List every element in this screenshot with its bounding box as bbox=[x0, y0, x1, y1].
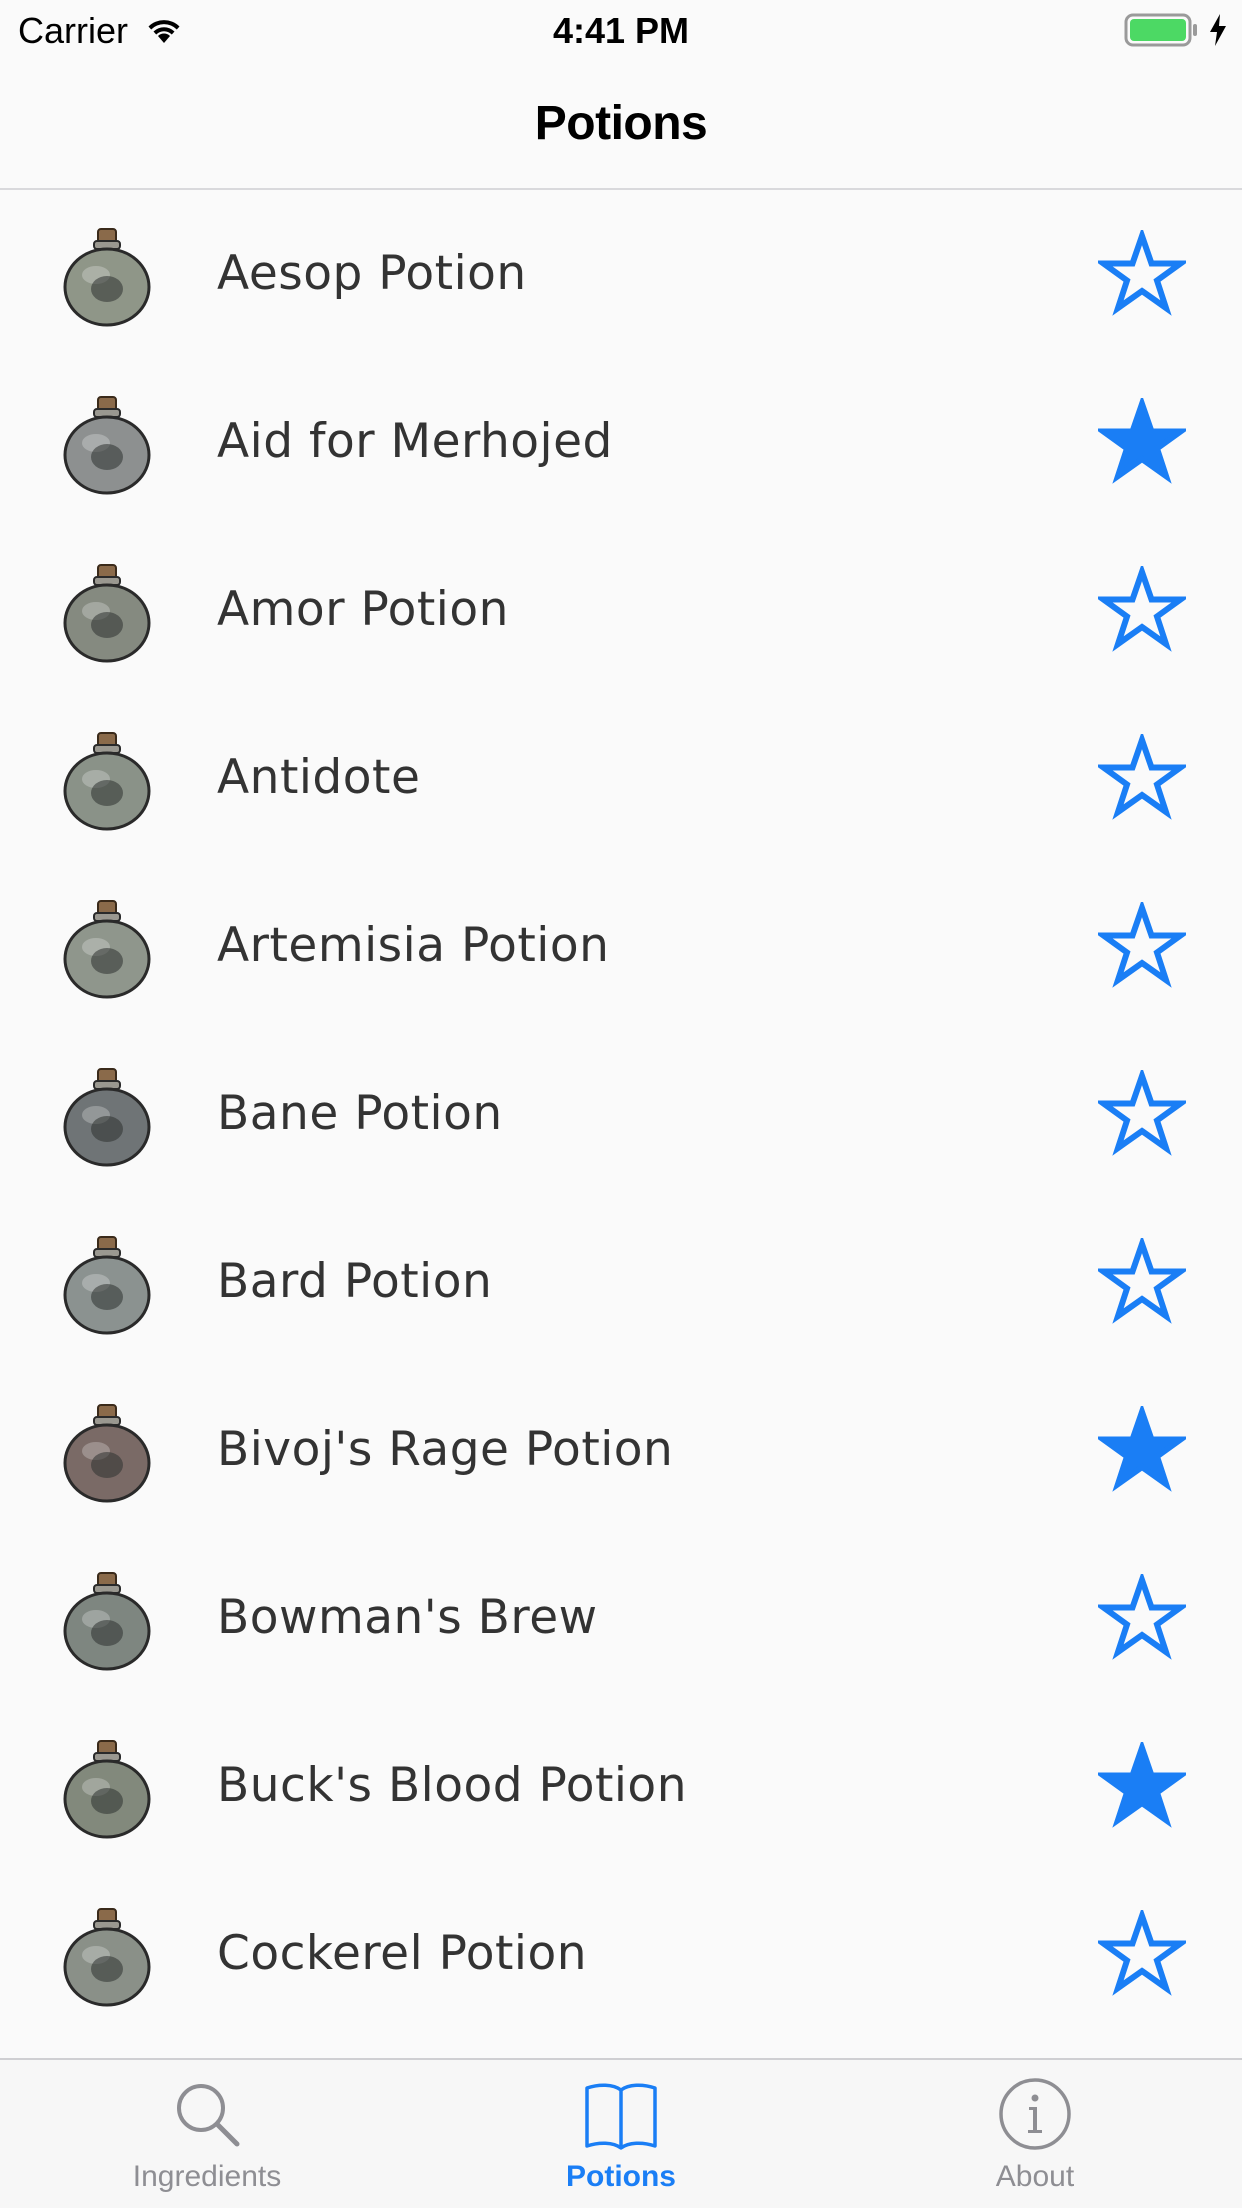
potion-bottle-moth-icon bbox=[63, 1908, 151, 2007]
star-filled-icon[interactable] bbox=[1098, 1406, 1186, 1494]
list-item[interactable]: Antidote bbox=[0, 694, 1242, 862]
tab-about-label: About bbox=[995, 2160, 1075, 2193]
tab-bar: Ingredients Potions About bbox=[0, 2058, 1242, 2208]
book-icon bbox=[585, 2083, 657, 2150]
list-item[interactable]: Bard Potion bbox=[0, 1198, 1242, 1366]
potion-bottle-heart-icon bbox=[63, 1404, 151, 1503]
potion-name: Bard Potion bbox=[217, 1254, 493, 1309]
tab-about[interactable]: About bbox=[828, 2060, 1242, 2208]
star-outline-icon[interactable] bbox=[1098, 230, 1186, 318]
star-outline-icon[interactable] bbox=[1098, 566, 1186, 654]
tab-potions-label: Potions bbox=[566, 2160, 676, 2193]
potion-bottle-flower-icon bbox=[63, 564, 151, 663]
potion-name: Aesop Potion bbox=[217, 246, 527, 301]
list-item[interactable]: Aesop Potion bbox=[0, 190, 1242, 358]
potion-name: Bane Potion bbox=[217, 1086, 503, 1141]
potions-screen: Carrier 4:41 PM Potions Aesop Potion Aid… bbox=[0, 0, 1242, 2208]
star-outline-icon[interactable] bbox=[1098, 1574, 1186, 1662]
potion-list[interactable]: Aesop Potion Aid for Merhojed Amor Potion A… bbox=[0, 190, 1242, 2058]
star-filled-icon[interactable] bbox=[1098, 398, 1186, 486]
battery-icon bbox=[1124, 13, 1197, 47]
potion-name: Bowman's Brew bbox=[217, 1590, 598, 1645]
navigation-bar: Potions bbox=[0, 62, 1242, 190]
potion-bottle-bird-icon bbox=[63, 1236, 151, 1335]
potion-name: Amor Potion bbox=[217, 582, 509, 637]
list-item[interactable]: Amor Potion bbox=[0, 526, 1242, 694]
tab-potions[interactable]: Potions bbox=[414, 2060, 828, 2208]
potion-bottle-sun-icon bbox=[63, 1740, 151, 1839]
potion-name: Buck's Blood Potion bbox=[217, 1758, 687, 1813]
potion-name: Bivoj's Rage Potion bbox=[217, 1422, 674, 1477]
list-item[interactable]: Bowman's Brew bbox=[0, 1534, 1242, 1702]
star-outline-icon[interactable] bbox=[1098, 1238, 1186, 1326]
potion-bottle-circles-icon bbox=[63, 900, 151, 999]
star-outline-icon[interactable] bbox=[1098, 1070, 1186, 1158]
tab-ingredients-label: Ingredients bbox=[132, 2160, 282, 2193]
potion-bottle-antler-icon bbox=[63, 1572, 151, 1671]
list-item[interactable]: Bane Potion bbox=[0, 1030, 1242, 1198]
star-outline-icon[interactable] bbox=[1098, 902, 1186, 990]
list-item[interactable]: Cockerel Potion bbox=[0, 1870, 1242, 2038]
potion-name: Cockerel Potion bbox=[217, 1926, 588, 1981]
potion-name: Aid for Merhojed bbox=[217, 414, 613, 469]
list-item[interactable]: Artemisia Potion bbox=[0, 862, 1242, 1030]
tab-ingredients[interactable]: Ingredients bbox=[0, 2060, 414, 2208]
star-outline-icon[interactable] bbox=[1098, 734, 1186, 822]
star-outline-icon[interactable] bbox=[1098, 1910, 1186, 1998]
star-filled-icon[interactable] bbox=[1098, 1742, 1186, 1830]
potion-bottle-star-icon bbox=[63, 732, 151, 831]
charging-bolt-icon bbox=[1210, 14, 1226, 46]
battery-indicator bbox=[1124, 12, 1228, 48]
list-item[interactable]: Bivoj's Rage Potion bbox=[0, 1366, 1242, 1534]
potion-bottle-fox-icon bbox=[63, 228, 151, 327]
page-title: Potions bbox=[534, 96, 708, 150]
status-time: 4:41 PM bbox=[552, 10, 690, 51]
potion-bottle-plain-icon bbox=[63, 396, 151, 495]
potion-bottle-hook-icon bbox=[63, 1068, 151, 1167]
list-item[interactable]: Buck's Blood Potion bbox=[0, 1702, 1242, 1870]
status-bar: Carrier 4:41 PM bbox=[0, 0, 1242, 62]
potion-name: Artemisia Potion bbox=[217, 918, 610, 973]
list-item[interactable]: Aid for Merhojed bbox=[0, 358, 1242, 526]
info-icon bbox=[999, 2078, 1071, 2150]
potion-name: Antidote bbox=[217, 750, 421, 805]
search-icon bbox=[177, 2084, 240, 2147]
